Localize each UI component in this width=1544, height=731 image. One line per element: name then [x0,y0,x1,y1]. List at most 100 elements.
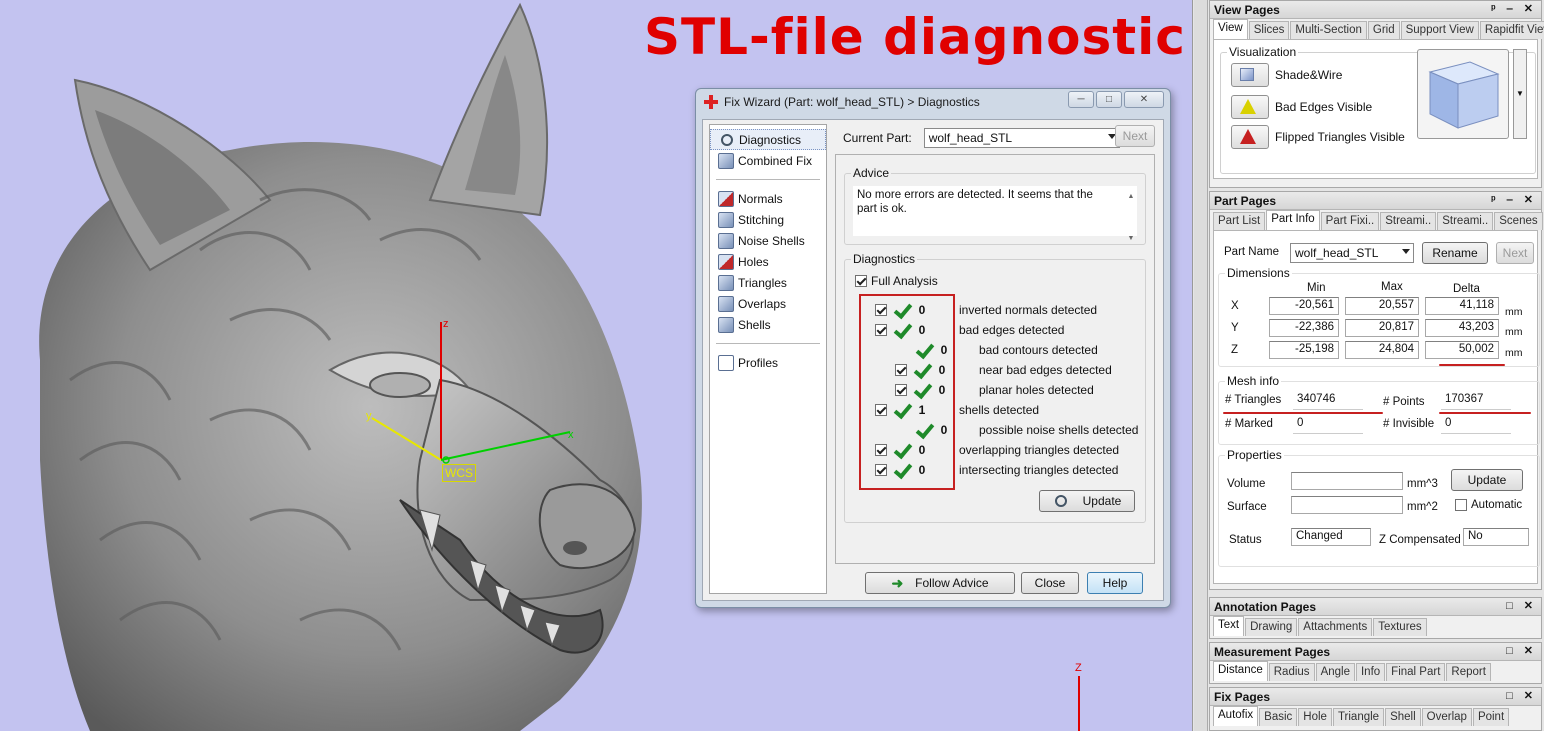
pane-header[interactable]: Annotation Pages □ ✕ [1210,598,1541,616]
shade-wire-row[interactable]: Shade&Wire [1231,63,1342,87]
advice-title: Advice [851,166,892,180]
row-checkbox[interactable] [895,364,907,376]
tab-part-info[interactable]: Part Info [1266,210,1320,230]
tab-grid[interactable]: Grid [1367,21,1400,39]
minimize-button[interactable]: ─ [1068,91,1094,108]
rename-button[interactable]: Rename [1422,242,1488,264]
tab-part-fixing[interactable]: Part Fixi.. [1320,212,1380,230]
bad-edges-row[interactable]: Bad Edges Visible [1231,95,1372,119]
part-name-select[interactable]: wolf_head_STL [1290,243,1414,263]
tab-triangle[interactable]: Triangle [1332,708,1385,726]
row-checkbox[interactable] [875,404,887,416]
close-button[interactable]: Close [1021,572,1079,594]
help-button[interactable]: Help [1087,572,1143,594]
view-cube-dropdown[interactable]: ▼ [1513,49,1527,139]
nav-item-combined-fix[interactable]: Combined Fix [710,150,826,171]
tab-textures[interactable]: Textures [1373,618,1427,636]
tab-attachments[interactable]: Attachments [1298,618,1373,636]
row-checkbox[interactable] [875,444,887,456]
row-checkbox[interactable] [875,304,887,316]
tab-streaming-2[interactable]: Streami.. [1437,212,1494,230]
pane-controls[interactable]: ᵖ ‒ ✕ [1491,2,1537,15]
row-checkbox[interactable] [875,324,887,336]
tab-distance[interactable]: Distance [1213,661,1268,681]
part-name-label: Part Name [1224,246,1279,258]
dim-x-min: -20,561 [1269,297,1339,315]
part-next-button[interactable]: Next [1496,242,1534,264]
axis-x-label: x [568,429,574,441]
flipped-triangles-row[interactable]: Flipped Triangles Visible [1231,125,1405,149]
tab-info[interactable]: Info [1355,663,1386,681]
pane-title: Fix Pages [1214,689,1271,704]
green-check-icon [893,322,909,338]
magnifier-icon [721,133,733,146]
pane-header[interactable]: Measurement Pages □ ✕ [1210,643,1541,661]
chevron-down-icon [1402,249,1410,254]
dialog-titlebar[interactable]: Fix Wizard (Part: wolf_head_STL) > Diagn… [696,89,1170,115]
close-window-button[interactable]: ✕ [1124,91,1164,108]
maximize-button[interactable]: □ [1096,91,1122,108]
tab-angle[interactable]: Angle [1315,663,1355,681]
tab-support-view[interactable]: Support View [1400,21,1479,39]
tab-shell[interactable]: Shell [1385,708,1421,726]
pane-controls[interactable]: □ ✕ [1506,644,1537,657]
diag-row-intersecting: 0 [875,460,929,480]
tab-overlap[interactable]: Overlap [1421,708,1472,726]
tab-view[interactable]: View [1213,19,1248,39]
row-checkbox[interactable] [875,464,887,476]
row-label: possible noise shells detected [979,423,1139,437]
tab-slices[interactable]: Slices [1248,21,1290,39]
properties-update-button[interactable]: Update [1451,469,1523,491]
document-icon [718,354,734,371]
nav-item-holes[interactable]: Holes [710,251,826,272]
nav-item-noise-shells[interactable]: Noise Shells [710,230,826,251]
nav-item-triangles[interactable]: Triangles [710,272,826,293]
surface-unit: mm^2 [1407,501,1438,513]
tab-multi-section[interactable]: Multi-Section [1290,21,1367,39]
tab-drawing[interactable]: Drawing [1245,618,1298,636]
flipped-triangles-icon[interactable] [1231,125,1269,149]
tab-rapidfit-view[interactable]: Rapidfit View [1479,21,1544,39]
mesh-info-group: Mesh info # Triangles 340746 # Points 17… [1218,374,1540,445]
nav-item-overlaps[interactable]: Overlaps [710,293,826,314]
view-cube[interactable] [1417,49,1509,139]
nav-item-shells[interactable]: Shells [710,314,826,335]
tab-autofix[interactable]: Autofix [1213,706,1259,726]
pane-header[interactable]: Fix Pages □ ✕ [1210,688,1541,706]
shade-wire-icon[interactable] [1231,63,1269,87]
automatic-checkbox[interactable] [1455,499,1467,511]
volume-label: Volume [1227,478,1266,490]
nav-item-profiles[interactable]: Profiles [710,352,826,373]
pane-header[interactable]: Part Pages ᵖ ‒ ✕ [1210,192,1541,210]
side-toolstrip[interactable] [1194,0,1208,731]
tab-scenes[interactable]: Scenes [1494,212,1543,230]
visualization-group: Visualization Shade&Wire Bad Edges Visib… [1220,45,1536,174]
full-analysis-checkbox[interactable] [855,275,867,287]
current-part-select[interactable]: wolf_head_STL [923,128,1120,148]
tab-streaming-1[interactable]: Streami.. [1380,212,1437,230]
nav-item-diagnostics[interactable]: Diagnostics [710,129,826,150]
tab-basic[interactable]: Basic [1259,708,1298,726]
tab-final-part[interactable]: Final Part [1386,663,1446,681]
row-checkbox[interactable] [895,384,907,396]
tab-text[interactable]: Text [1213,616,1245,636]
nav-item-normals[interactable]: Normals [710,188,826,209]
tab-report[interactable]: Report [1446,663,1491,681]
pane-controls[interactable]: □ ✕ [1506,599,1537,612]
axis-y-label: y [366,410,372,422]
tab-hole[interactable]: Hole [1298,708,1332,726]
pane-controls[interactable]: □ ✕ [1506,689,1537,702]
diagnostics-update-button[interactable]: Update [1039,490,1135,512]
scrollbar[interactable]: ▲ ▼ [1127,190,1135,242]
bad-edges-icon[interactable] [1231,95,1269,119]
tab-part-list[interactable]: Part List [1213,212,1266,230]
tab-point[interactable]: Point [1472,708,1510,726]
pane-controls[interactable]: ᵖ ‒ ✕ [1491,193,1537,206]
nav-item-stitching[interactable]: Stitching [710,209,826,230]
next-button[interactable]: Next [1115,125,1155,147]
follow-advice-button[interactable]: ➜ Follow Advice [865,572,1015,594]
flipped-triangles-label: Flipped Triangles Visible [1275,130,1405,144]
advice-textbox[interactable]: No more errors are detected. It seems th… [853,186,1137,242]
pane-header[interactable]: View Pages ᵖ ‒ ✕ [1210,1,1541,19]
tab-radius[interactable]: Radius [1268,663,1315,681]
